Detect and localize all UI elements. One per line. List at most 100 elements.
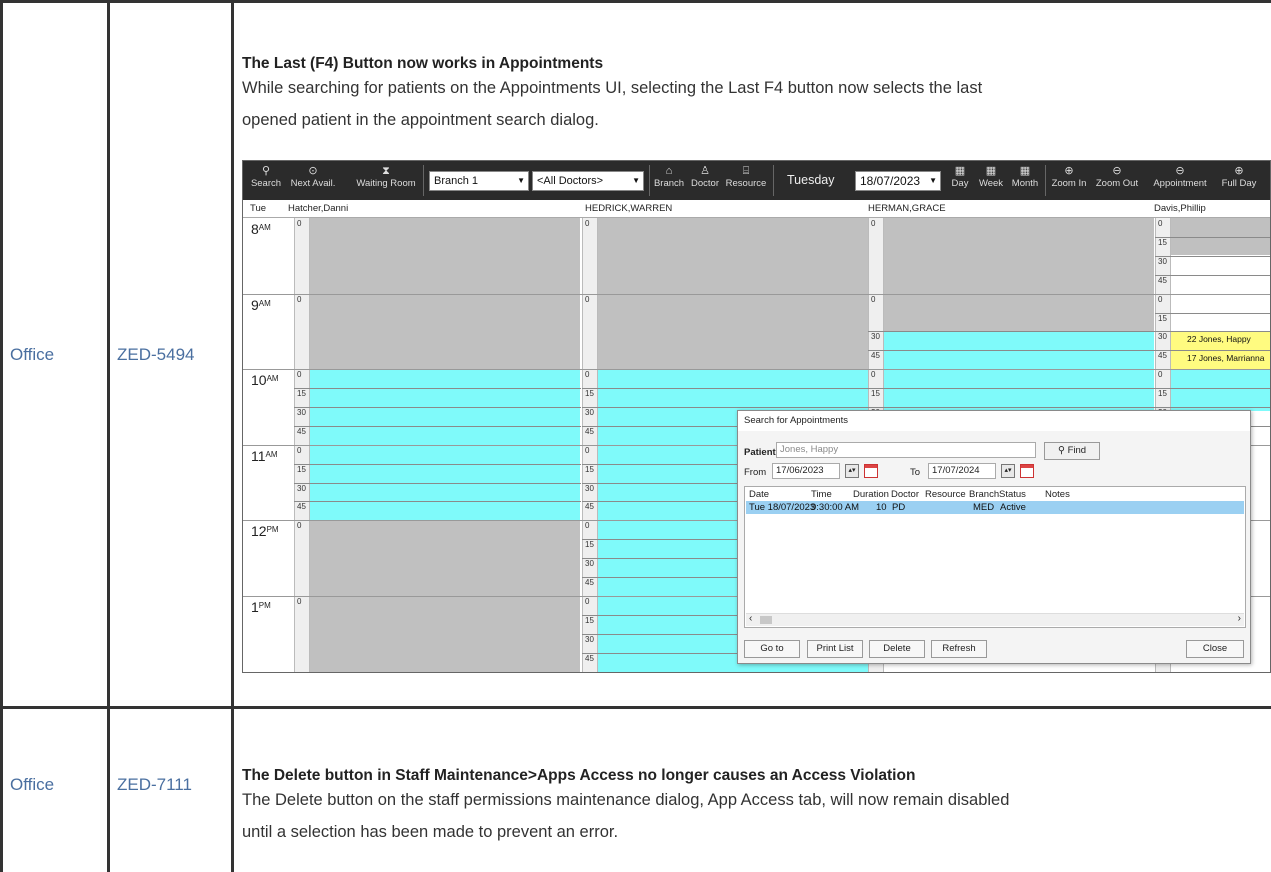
- slot-number: 30: [585, 635, 594, 644]
- slot-number: 15: [1158, 389, 1167, 398]
- slot-divider: [1155, 407, 1270, 408]
- cell-status: Active: [1000, 502, 1026, 513]
- column-header[interactable]: Date: [749, 489, 769, 500]
- cell-duration: 10: [876, 502, 887, 513]
- slot-number: 15: [585, 465, 594, 474]
- slot-divider: [1155, 237, 1270, 238]
- branch-select[interactable]: Branch 1 ▼: [429, 171, 529, 191]
- column-header[interactable]: Resource: [925, 489, 966, 500]
- slot-divider: [1155, 256, 1270, 257]
- day-column-header: Tue: [250, 203, 267, 214]
- column-header[interactable]: Duration: [853, 489, 889, 500]
- from-date-spinner[interactable]: ▴▾: [845, 464, 859, 478]
- slot-number: 15: [871, 389, 880, 398]
- from-label: From: [744, 467, 767, 478]
- resource-view-button[interactable]: ⌸ Resource: [725, 164, 767, 189]
- calendar-icon: ▦: [985, 165, 997, 177]
- chevron-right-icon[interactable]: ›: [1238, 613, 1241, 624]
- slot-divider: [294, 501, 581, 502]
- patient-input[interactable]: Jones, Happy: [776, 442, 1036, 458]
- column-header[interactable]: Notes: [1045, 489, 1070, 500]
- doctor-select[interactable]: <All Doctors> ▼: [532, 171, 644, 191]
- zoom-in-button[interactable]: ⊕ Zoom In: [1049, 164, 1089, 189]
- slot-number: 0: [585, 295, 590, 304]
- chevron-down-icon: ▼: [517, 176, 525, 185]
- search-appointments-dialog: Search for Appointments Patient Jones, H…: [737, 410, 1251, 664]
- appointment-label[interactable]: 17 Jones, Marrianna: [1187, 352, 1270, 364]
- table-border-col2: [231, 0, 234, 872]
- slot-number: 0: [297, 370, 302, 379]
- to-date-input[interactable]: 17/07/2024: [928, 463, 996, 479]
- column-header[interactable]: Doctor: [891, 489, 919, 500]
- hour-label: 11AM: [251, 448, 278, 464]
- slot-number: 15: [585, 540, 594, 549]
- slot-number: 30: [1158, 332, 1167, 341]
- branch-view-button[interactable]: ⌂ Branch: [653, 164, 685, 189]
- open-slot-block[interactable]: [1171, 255, 1270, 331]
- print-list-button[interactable]: Print List: [807, 640, 863, 658]
- slot-number: 0: [871, 219, 876, 228]
- date-picker[interactable]: 18/07/2023 ▼: [855, 171, 941, 191]
- unavailable-block: [884, 218, 1154, 331]
- waiting-room-button[interactable]: ⧗ Waiting Room: [355, 164, 417, 189]
- horizontal-scrollbar[interactable]: ‹ ›: [746, 613, 1244, 626]
- slot-number: 0: [1158, 370, 1163, 379]
- appointment-label[interactable]: 22 Jones, Happy: [1187, 333, 1270, 345]
- appointment-zoom-button[interactable]: ⊖ Appointment: [1149, 164, 1211, 189]
- refresh-button[interactable]: Refresh: [931, 640, 987, 658]
- cell-branch: MED: [973, 502, 995, 513]
- slot-number: 45: [585, 654, 594, 663]
- slot-number: 0: [585, 219, 590, 228]
- slot-divider: [1155, 350, 1270, 351]
- slot-number: 15: [1158, 238, 1167, 247]
- search-button[interactable]: ⚲ Search: [249, 164, 283, 189]
- calendar-icon[interactable]: [1020, 464, 1034, 478]
- row1-body-line1: While searching for patients on the Appo…: [242, 79, 983, 97]
- patient-label: Patient: [744, 447, 776, 458]
- goto-button[interactable]: Go to: [744, 640, 800, 658]
- next-avail-button[interactable]: ⊙ Next Avail.: [287, 164, 339, 189]
- toolbar-separator: [423, 165, 424, 196]
- slot-number: 45: [297, 427, 306, 436]
- available-block[interactable]: [884, 331, 1154, 411]
- calendar-icon: ▦: [1019, 165, 1031, 177]
- slot-number: 15: [297, 465, 306, 474]
- row1-category: Office: [10, 345, 55, 364]
- available-block[interactable]: [1171, 369, 1270, 411]
- full-day-button[interactable]: ⊕ Full Day: [1217, 164, 1261, 189]
- cell-time: 9:30:00 AM: [811, 502, 860, 513]
- home-icon: ⌂: [665, 165, 673, 177]
- slot-divider: [868, 350, 1155, 351]
- slot-divider: [868, 331, 1155, 332]
- slot-divider: [294, 464, 581, 465]
- chevron-left-icon[interactable]: ‹: [749, 613, 752, 624]
- week-view-button[interactable]: ▦ Week: [977, 164, 1005, 189]
- find-button[interactable]: ⚲ Find: [1044, 442, 1100, 460]
- day-view-button[interactable]: ▦ Day: [947, 164, 973, 189]
- column-header[interactable]: Branch: [969, 489, 999, 500]
- close-button[interactable]: Close: [1186, 640, 1244, 658]
- calendar-icon[interactable]: [864, 464, 878, 478]
- slot-divider: [582, 407, 869, 408]
- table-row[interactable]: Tue 18/07/2023 9:30:00 AM 10 PD MED Acti…: [746, 501, 1244, 514]
- doctor-view-button[interactable]: ♙ Doctor: [689, 164, 721, 189]
- table-border-left: [0, 0, 3, 872]
- column-header[interactable]: Status: [999, 489, 1026, 500]
- month-view-button[interactable]: ▦ Month: [1009, 164, 1041, 189]
- zoom-out-button[interactable]: ⊖ Zoom Out: [1093, 164, 1141, 189]
- slot-divider: [294, 407, 581, 408]
- zoom-in-icon: ⊕: [1064, 165, 1074, 177]
- scroll-thumb[interactable]: [760, 616, 772, 624]
- search-icon: ⚲: [1057, 445, 1068, 456]
- slot-number: 30: [585, 559, 594, 568]
- from-date-input[interactable]: 17/06/2023: [772, 463, 840, 479]
- to-date-spinner[interactable]: ▴▾: [1001, 464, 1015, 478]
- slot-number: 30: [297, 484, 306, 493]
- row2-title: The Delete button in Staff Maintenance>A…: [242, 767, 916, 784]
- results-grid[interactable]: Date Time Duration Doctor Resource Branc…: [744, 486, 1246, 628]
- slot-number: 0: [585, 521, 590, 530]
- slot-divider: [1155, 275, 1270, 276]
- delete-button[interactable]: Delete: [869, 640, 925, 658]
- column-header[interactable]: Time: [811, 489, 832, 500]
- row2-body-line2: until a selection has been made to preve…: [242, 823, 619, 841]
